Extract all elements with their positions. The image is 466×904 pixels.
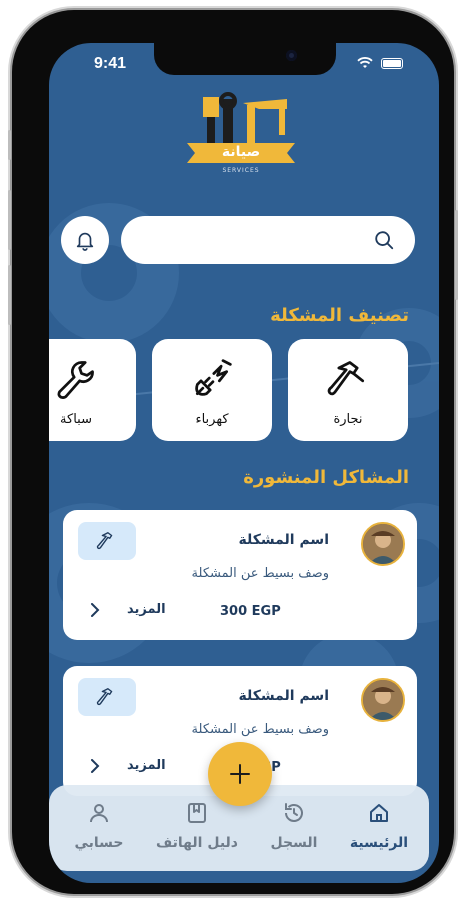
tab-history[interactable]: السجل (249, 801, 339, 851)
more-label: المزيد (127, 758, 166, 773)
status-time: 9:41 (94, 55, 127, 72)
history-icon (285, 803, 303, 822)
status-icons (357, 57, 403, 69)
search-row (61, 216, 417, 264)
volume-up-button (8, 190, 11, 250)
category-label: نجارة (333, 412, 363, 427)
post-card[interactable]: اسم المشكلة وصف بسيط عن المشكلة 300 EGP … (63, 510, 417, 640)
category-plumbing[interactable]: سباكة (49, 339, 136, 441)
home-icon (370, 804, 388, 822)
hammer-icon (96, 688, 113, 706)
user-icon (90, 804, 108, 823)
avatar (361, 678, 405, 722)
book-icon (188, 803, 206, 823)
avatar (361, 522, 405, 566)
post-title: اسم المشكلة (238, 688, 329, 704)
tab-label: دليل الهاتف (155, 835, 238, 851)
notifications-button[interactable] (61, 216, 109, 264)
tab-label: الرئيسية (349, 835, 409, 851)
categories-title: تصنيف المشكلة (270, 305, 409, 326)
posts-title: المشاكل المنشورة (243, 467, 409, 488)
plug-icon (195, 359, 232, 396)
tab-label: السجل (270, 835, 318, 851)
add-post-button[interactable] (208, 742, 272, 806)
camera-icon (286, 50, 297, 61)
phone-frame: 9:41 صيانة SERVICES تصنيف المشكلة نجارة … (8, 10, 458, 894)
hammer-icon (327, 361, 365, 396)
post-title: اسم المشكلة (238, 532, 329, 548)
tab-account[interactable]: حسابي (54, 801, 144, 851)
app-logo: صيانة SERVICES (187, 91, 295, 181)
more-label: المزيد (127, 602, 166, 617)
power-button (455, 210, 458, 300)
search-icon[interactable] (373, 229, 395, 251)
notch (154, 43, 336, 75)
tab-home[interactable]: الرئيسية (334, 801, 424, 851)
category-label: سباكة (60, 412, 92, 427)
category-carpentry[interactable]: نجارة (288, 339, 408, 441)
category-label: كهرباء (195, 412, 229, 427)
logo-text: صيانة (221, 144, 261, 160)
volume-down-button (8, 265, 11, 325)
wrench-icon (57, 361, 94, 399)
tab-phone-directory[interactable]: دليل الهاتف (152, 801, 242, 851)
plus-icon (230, 764, 250, 784)
post-category-tag (78, 522, 136, 560)
avatar-image (363, 524, 403, 564)
search-bar[interactable] (121, 216, 415, 264)
tab-label: حسابي (74, 835, 124, 851)
logo-subtext: SERVICES (222, 167, 260, 174)
post-description: وصف بسيط عن المشكلة (191, 722, 329, 737)
more-button[interactable]: المزيد (89, 758, 166, 773)
chevron-right-icon (91, 602, 100, 617)
search-input[interactable] (135, 231, 379, 249)
post-description: وصف بسيط عن المشكلة (191, 566, 329, 581)
wifi-icon (357, 57, 373, 68)
avatar-image (363, 680, 403, 720)
chevron-right-icon (91, 758, 100, 773)
battery-icon (381, 57, 403, 69)
more-button[interactable]: المزيد (89, 602, 166, 617)
post-price: 300 EGP (220, 604, 281, 619)
hammer-icon (96, 532, 113, 550)
mute-switch (8, 130, 11, 160)
app-screen: 9:41 صيانة SERVICES تصنيف المشكلة نجارة … (49, 43, 439, 883)
bell-icon (76, 232, 94, 251)
category-electricity[interactable]: كهرباء (152, 339, 272, 441)
post-category-tag (78, 678, 136, 716)
